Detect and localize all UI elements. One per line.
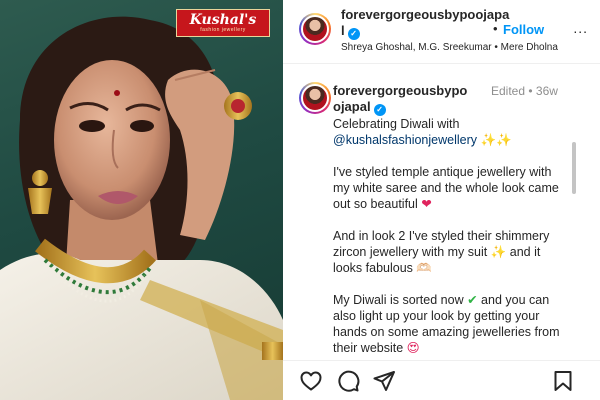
- edited-label: Edited: [491, 84, 526, 98]
- sparkles-emoji: ✨: [480, 132, 497, 147]
- post-age[interactable]: 36w: [536, 84, 558, 98]
- caption-paragraph: I've styled temple antique jewellery wit…: [333, 164, 565, 212]
- caption-username[interactable]: forevergorgeousbypoojapal ✓: [333, 83, 473, 116]
- brand-name: Kushal's: [189, 12, 257, 28]
- caption-paragraph: And in look 2 I've styled their shimmery…: [333, 228, 565, 276]
- brand-tagline: fashion jewellery: [200, 27, 246, 33]
- sparkles-emoji: ✨: [496, 132, 512, 147]
- sparkles-emoji: ✨: [490, 244, 507, 259]
- caption-scrollbar[interactable]: [572, 142, 576, 194]
- separator-dot: •: [493, 21, 498, 36]
- more-options-icon[interactable]: ...: [573, 21, 588, 35]
- caption-line: Celebrating Diwali with: [333, 117, 460, 131]
- verified-badge-icon: ✓: [373, 104, 386, 116]
- heart-hands-emoji: 🫶🏻: [416, 260, 432, 275]
- mention-link[interactable]: @kushalsfashionjewellery: [333, 133, 477, 147]
- username-text[interactable]: forevergorgeousbypoojapal: [341, 7, 509, 38]
- heart-emoji: ❤: [421, 196, 432, 211]
- caption-paragraph: Celebrating Diwali with @kushalsfashionj…: [333, 116, 565, 148]
- bookmark-icon[interactable]: [551, 369, 575, 393]
- username-link[interactable]: forevergorgeousbypoojapal ✓: [341, 7, 511, 40]
- brand-logo: Kushal's fashion jewellery: [176, 9, 270, 37]
- follow-button[interactable]: Follow: [503, 22, 544, 38]
- comment-icon[interactable]: [336, 369, 360, 393]
- heart-eyes-emoji: 😍: [406, 340, 420, 355]
- post-image[interactable]: Kushal's fashion jewellery: [0, 0, 283, 400]
- caption-line: I've styled temple antique jewellery wit…: [333, 165, 559, 211]
- caption-username-text[interactable]: forevergorgeousbypoojapal: [333, 83, 467, 114]
- action-bar: [283, 360, 600, 400]
- post-meta: Edited • 36w: [491, 83, 571, 99]
- caption-line: My Diwali is sorted now: [333, 293, 464, 307]
- meta-separator: •: [528, 84, 533, 98]
- caption-avatar[interactable]: [299, 82, 331, 114]
- heart-icon[interactable]: [299, 369, 323, 393]
- audio-track-link[interactable]: Shreya Ghoshal, M.G. Sreekumar • Mere Dh…: [341, 41, 597, 54]
- post-panel: forevergorgeousbypoojapal ✓ • Follow ... …: [283, 0, 600, 400]
- verified-badge-icon: ✓: [347, 28, 360, 40]
- avatar[interactable]: [299, 13, 331, 45]
- share-icon[interactable]: [372, 369, 396, 393]
- caption-section: forevergorgeousbypoojapal ✓ Edited • 36w …: [283, 64, 600, 360]
- check-emoji: ✔: [467, 292, 478, 307]
- post-header: forevergorgeousbypoojapal ✓ • Follow ... …: [283, 0, 600, 64]
- caption-paragraph: My Diwali is sorted now ✔ and you can al…: [333, 292, 565, 356]
- caption-text: Celebrating Diwali with @kushalsfashionj…: [333, 116, 565, 360]
- portrait-illustration: [0, 16, 283, 400]
